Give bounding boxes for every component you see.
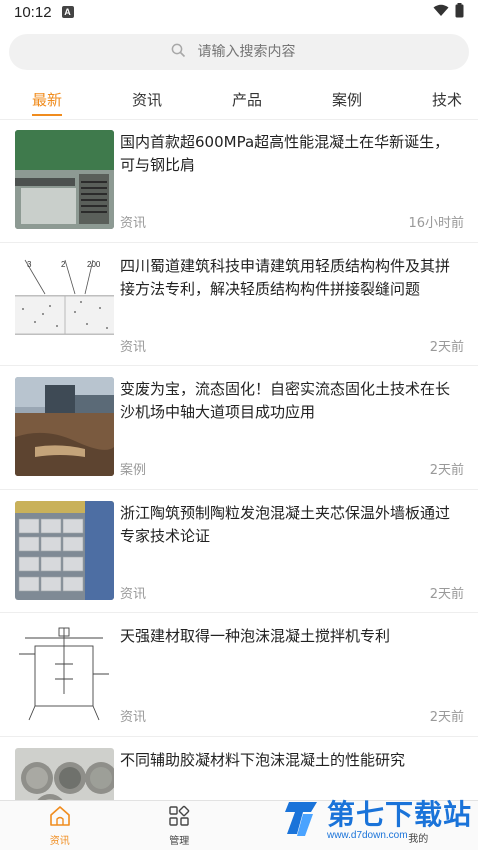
tab-latest[interactable]: 最新 bbox=[32, 80, 63, 120]
thumbnail-image: 3 2 200 bbox=[15, 253, 114, 353]
list-item[interactable]: 天强建材取得一种泡沫混凝土搅拌机专利 资讯 2天前 bbox=[0, 613, 478, 737]
watermark-url: www.d7down.com bbox=[326, 829, 408, 841]
news-feed: 国内首款超600MPa超高性能混凝土在华新诞生，可与钢比肩 资讯 16小时前 3… bbox=[0, 119, 478, 800]
nav-news-label: 资讯 bbox=[49, 835, 70, 847]
thumbnail-image bbox=[15, 500, 114, 600]
diagram-label: 200 bbox=[87, 260, 101, 269]
home-icon bbox=[48, 805, 72, 830]
article-title: 四川蜀道建筑科技申请建筑用轻质结构构件及其拼接方法专利，解决轻质结构构件拼接裂缝… bbox=[120, 256, 451, 298]
article-category: 资讯 bbox=[120, 339, 147, 355]
article-title: 浙江陶筑预制陶粒发泡混凝土夹芯保温外墙板通过专家技术论证 bbox=[120, 503, 451, 545]
category-tabs: 最新 资讯 产品 案例 技术 bbox=[0, 80, 478, 120]
thumbnail-image bbox=[15, 747, 114, 800]
article-category: 资讯 bbox=[120, 586, 147, 602]
article-time: 2天前 bbox=[429, 710, 464, 725]
diagram-label: 3 bbox=[27, 260, 32, 269]
article-time: 2天前 bbox=[429, 586, 464, 602]
tab-products[interactable]: 产品 bbox=[232, 80, 262, 120]
search-input[interactable] bbox=[197, 44, 308, 60]
list-item[interactable]: 3 2 200 四川蜀道建筑科技申请建筑用轻质结构构件及其拼接方法专利，解决轻质… bbox=[0, 243, 478, 366]
article-title: 不同辅助胶凝材料下泡沫混凝土的性能研究 bbox=[120, 750, 406, 769]
watermark-emblem-icon bbox=[283, 798, 323, 842]
tab-technology[interactable]: 技术 bbox=[432, 80, 462, 120]
article-title: 国内首款超600MPa超高性能混凝土在华新诞生，可与钢比肩 bbox=[120, 133, 450, 174]
thumbnail-image bbox=[15, 377, 114, 476]
article-time: 2天前 bbox=[429, 339, 464, 355]
notification-icon: A bbox=[61, 6, 74, 18]
article-time: 2天前 bbox=[429, 463, 464, 478]
status-bar: 10:12 A bbox=[0, 0, 478, 24]
tab-news[interactable]: 资讯 bbox=[132, 80, 162, 120]
thumbnail-image bbox=[15, 624, 114, 723]
watermark-logo: 第七下载站 www.d7down.com bbox=[283, 798, 472, 842]
battery-icon bbox=[455, 2, 464, 22]
list-item[interactable]: 变废为宝，流态固化！自密实流态固化土技术在长沙机场中轴大道项目成功应用 案例 2… bbox=[0, 366, 478, 490]
nav-news[interactable]: 资讯 bbox=[30, 805, 90, 847]
article-category: 资讯 bbox=[120, 216, 147, 231]
article-category: 案例 bbox=[120, 463, 147, 478]
article-category: 资讯 bbox=[120, 710, 147, 725]
article-time: 16小时前 bbox=[408, 216, 464, 231]
article-title: 天强建材取得一种泡沫混凝土搅拌机专利 bbox=[120, 627, 391, 645]
article-title: 变废为宝，流态固化！自密实流态固化土技术在长沙机场中轴大道项目成功应用 bbox=[120, 380, 451, 421]
search-bar[interactable] bbox=[9, 34, 469, 70]
tab-cases[interactable]: 案例 bbox=[332, 80, 362, 120]
nav-manage-label: 管理 bbox=[169, 835, 190, 847]
list-item[interactable]: 国内首款超600MPa超高性能混凝土在华新诞生，可与钢比肩 资讯 16小时前 bbox=[0, 119, 478, 243]
diagram-label: 2 bbox=[61, 260, 66, 269]
list-item[interactable]: 不同辅助胶凝材料下泡沫混凝土的性能研究 bbox=[0, 737, 478, 800]
thumbnail-image bbox=[15, 130, 114, 229]
wifi-icon bbox=[433, 4, 449, 21]
search-icon bbox=[171, 43, 186, 62]
list-item[interactable]: 浙江陶筑预制陶粒发泡混凝土夹芯保温外墙板通过专家技术论证 资讯 2天前 bbox=[0, 490, 478, 613]
grid-icon bbox=[168, 805, 190, 830]
status-time: 10:12 bbox=[14, 3, 52, 21]
watermark-title: 第七下载站 bbox=[326, 797, 472, 831]
nav-manage[interactable]: 管理 bbox=[149, 805, 209, 847]
